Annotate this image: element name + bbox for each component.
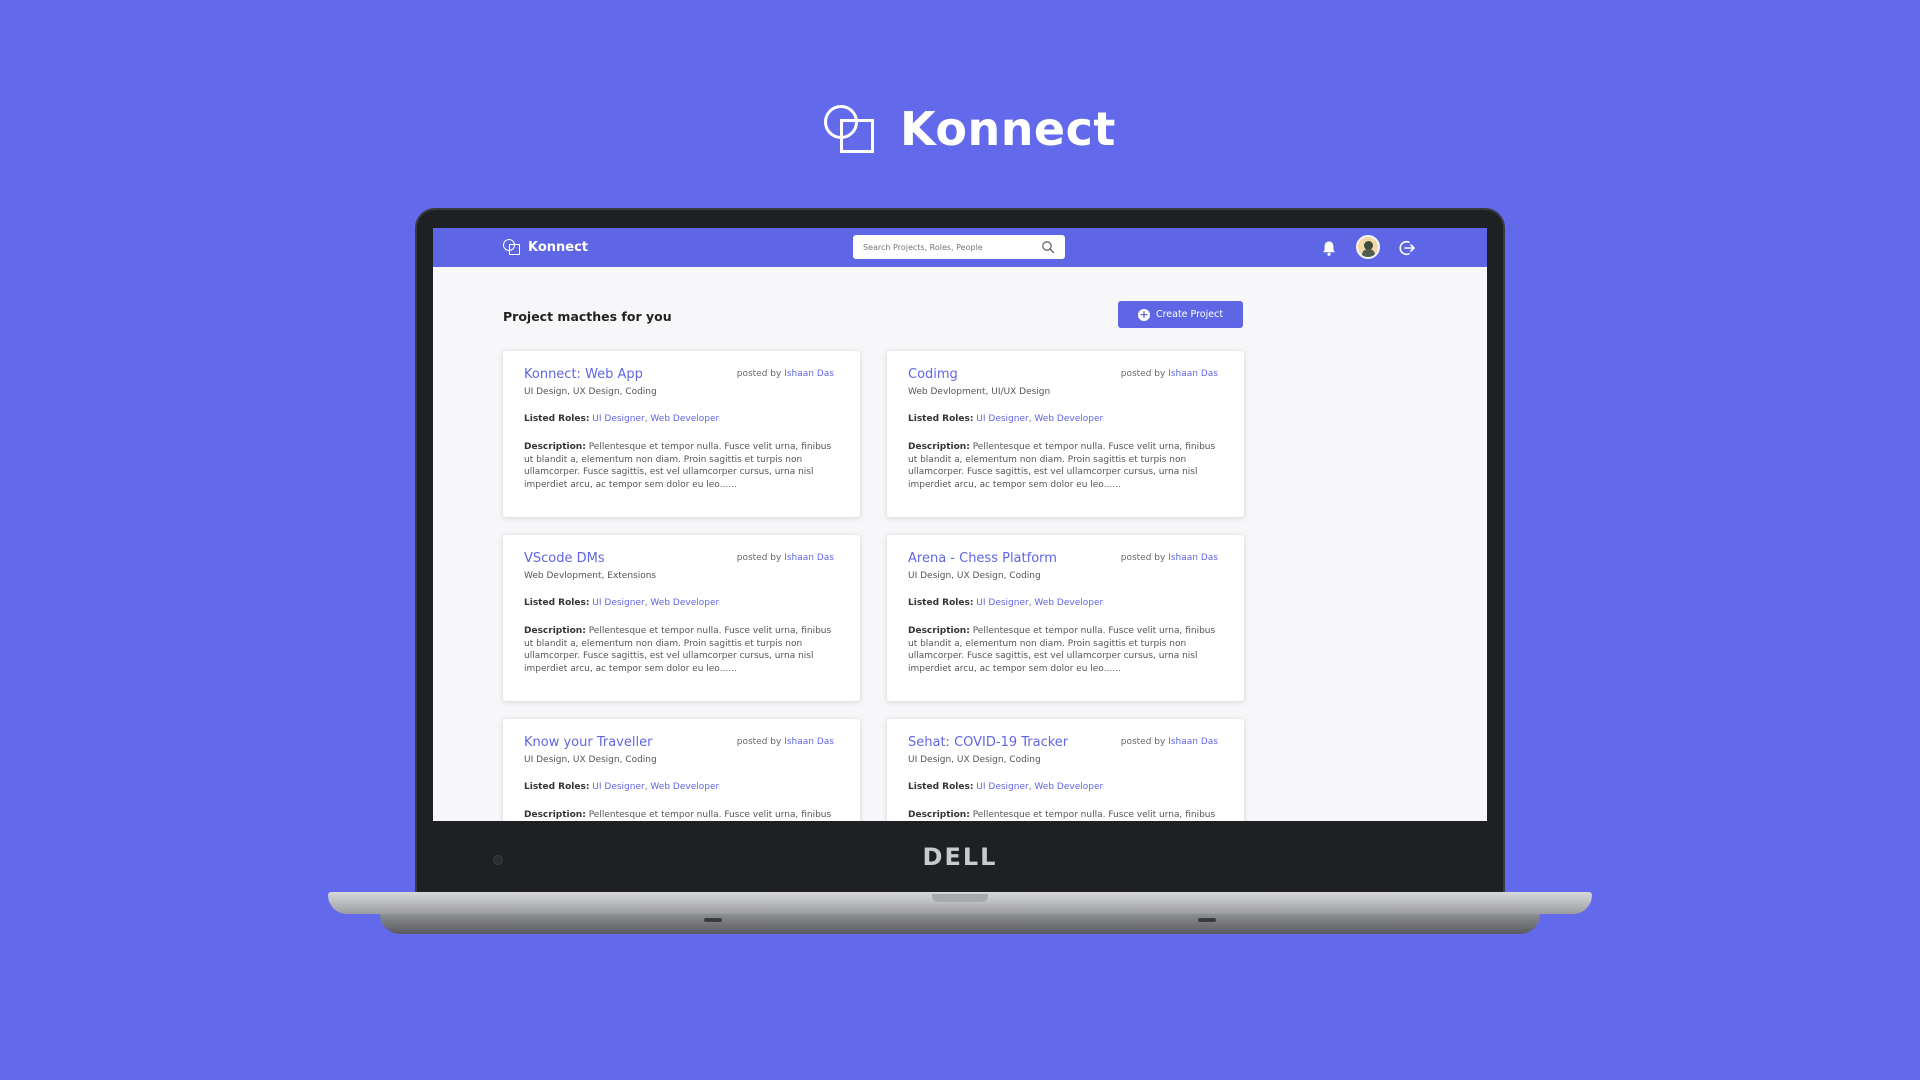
posted-by-label: posted by [736,553,782,563]
laptop-notch [932,894,988,902]
project-card[interactable]: Arena - Chess Platform posted by Ishaan … [887,535,1244,701]
posted-by-label: posted by [736,737,782,747]
roles-value[interactable]: UI Designer, Web Developer [976,414,1103,424]
project-description: Description: Pellentesque et tempor null… [908,625,1223,675]
roles-label: Listed Roles: [908,414,974,424]
project-tags: Web Devlopment, UI/UX Design [908,387,1051,397]
project-card[interactable]: Know your Traveller posted by Ishaan Das… [503,719,860,821]
posted-by-label: posted by [736,369,782,379]
konnect-logo-icon [822,101,878,157]
logout-icon[interactable] [1396,237,1418,259]
description-text: Pellentesque et tempor nulla. Fusce veli… [588,810,832,820]
project-title[interactable]: Codimg [908,367,958,382]
laptop-base-lower [380,914,1540,934]
project-card[interactable]: Konnect: Web App posted by Ishaan Das UI… [503,351,860,517]
project-card[interactable]: Codimg posted by Ishaan Das Web Devlopme… [887,351,1244,517]
app-screen: Konnect Project macth [433,228,1487,821]
create-project-label: Create Project [1155,309,1224,320]
posted-by: posted by Ishaan Das [737,737,834,747]
description-label: Description: [524,442,586,452]
project-description: Description: Pellentesque et tempor null… [524,441,839,491]
project-description: Description: Pellentesque et tempor null… [524,625,839,675]
project-description: Description: Pellentesque et tempor null… [524,809,839,821]
project-tags: UI Design, UX Design, Coding [908,755,1041,765]
description-label: Description: [524,810,586,820]
listed-roles: Listed Roles: UI Designer, Web Developer [908,598,1103,608]
project-tags: Web Devlopment, Extensions [524,571,657,581]
nav-title: Konnect [528,239,589,255]
listed-roles: Listed Roles: UI Designer, Web Developer [524,414,719,424]
device-brand-logo: DELL [922,843,998,871]
project-description: Description: Pellentesque et tempor null… [908,441,1223,491]
roles-label: Listed Roles: [908,598,974,608]
roles-label: Listed Roles: [524,598,590,608]
roles-value[interactable]: UI Designer, Web Developer [592,414,719,424]
author-link[interactable]: Ishaan Das [784,553,834,563]
posted-by-label: posted by [1120,737,1166,747]
description-text: Pellentesque et tempor nulla. Fusce veli… [972,810,1216,820]
listed-roles: Listed Roles: UI Designer, Web Developer [524,782,719,792]
listed-roles: Listed Roles: UI Designer, Web Developer [908,782,1103,792]
laptop-foot [1198,918,1216,922]
description-label: Description: [908,810,970,820]
author-link[interactable]: Ishaan Das [1168,737,1218,747]
project-tags: UI Design, UX Design, Coding [524,387,657,397]
plus-circle-icon: + [1137,307,1150,321]
roles-label: Listed Roles: [524,414,590,424]
bell-icon[interactable] [1318,237,1340,259]
project-card[interactable]: Sehat: COVID-19 Tracker posted by Ishaan… [887,719,1244,821]
avatar[interactable] [1356,235,1380,259]
create-project-button[interactable]: + Create Project [1118,301,1243,328]
listed-roles: Listed Roles: UI Designer, Web Developer [524,598,719,608]
roles-value[interactable]: UI Designer, Web Developer [976,782,1103,792]
posted-by: posted by Ishaan Das [1121,369,1218,379]
author-link[interactable]: Ishaan Das [784,369,834,379]
project-tags: UI Design, UX Design, Coding [524,755,657,765]
roles-value[interactable]: UI Designer, Web Developer [592,782,719,792]
project-card[interactable]: VScode DMs posted by Ishaan Das Web Devl… [503,535,860,701]
posted-by-label: posted by [1120,553,1166,563]
project-title[interactable]: Sehat: COVID-19 Tracker [908,735,1068,750]
posted-by: posted by Ishaan Das [737,369,834,379]
camera-icon [493,855,503,865]
description-label: Description: [908,442,970,452]
roles-value[interactable]: UI Designer, Web Developer [592,598,719,608]
project-description: Description: Pellentesque et tempor null… [908,809,1223,821]
author-link[interactable]: Ishaan Das [1168,369,1218,379]
posted-by: posted by Ishaan Das [1121,737,1218,747]
posted-by: posted by Ishaan Das [1121,553,1218,563]
hero-brand: Konnect [822,98,1116,160]
search-input[interactable] [863,242,1041,252]
posted-by-label: posted by [1120,369,1166,379]
author-link[interactable]: Ishaan Das [784,737,834,747]
navbar: Konnect [433,228,1487,267]
roles-value[interactable]: UI Designer, Web Developer [976,598,1103,608]
project-title[interactable]: Know your Traveller [524,735,652,750]
hero-title: Konnect [900,102,1116,156]
description-label: Description: [524,626,586,636]
project-title[interactable]: Konnect: Web App [524,367,643,382]
author-link[interactable]: Ishaan Das [1168,553,1218,563]
description-label: Description: [908,626,970,636]
laptop-foot [704,918,722,922]
project-title[interactable]: Arena - Chess Platform [908,551,1057,566]
page-title: Project macthes for you [503,309,672,324]
project-tags: UI Design, UX Design, Coding [908,571,1041,581]
project-title[interactable]: VScode DMs [524,551,605,566]
search-box[interactable] [853,235,1065,259]
search-icon[interactable] [1041,240,1055,254]
roles-label: Listed Roles: [908,782,974,792]
listed-roles: Listed Roles: UI Designer, Web Developer [908,414,1103,424]
roles-label: Listed Roles: [524,782,590,792]
nav-brand[interactable]: Konnect [503,238,588,256]
konnect-logo-icon [503,238,521,256]
posted-by: posted by Ishaan Das [737,553,834,563]
